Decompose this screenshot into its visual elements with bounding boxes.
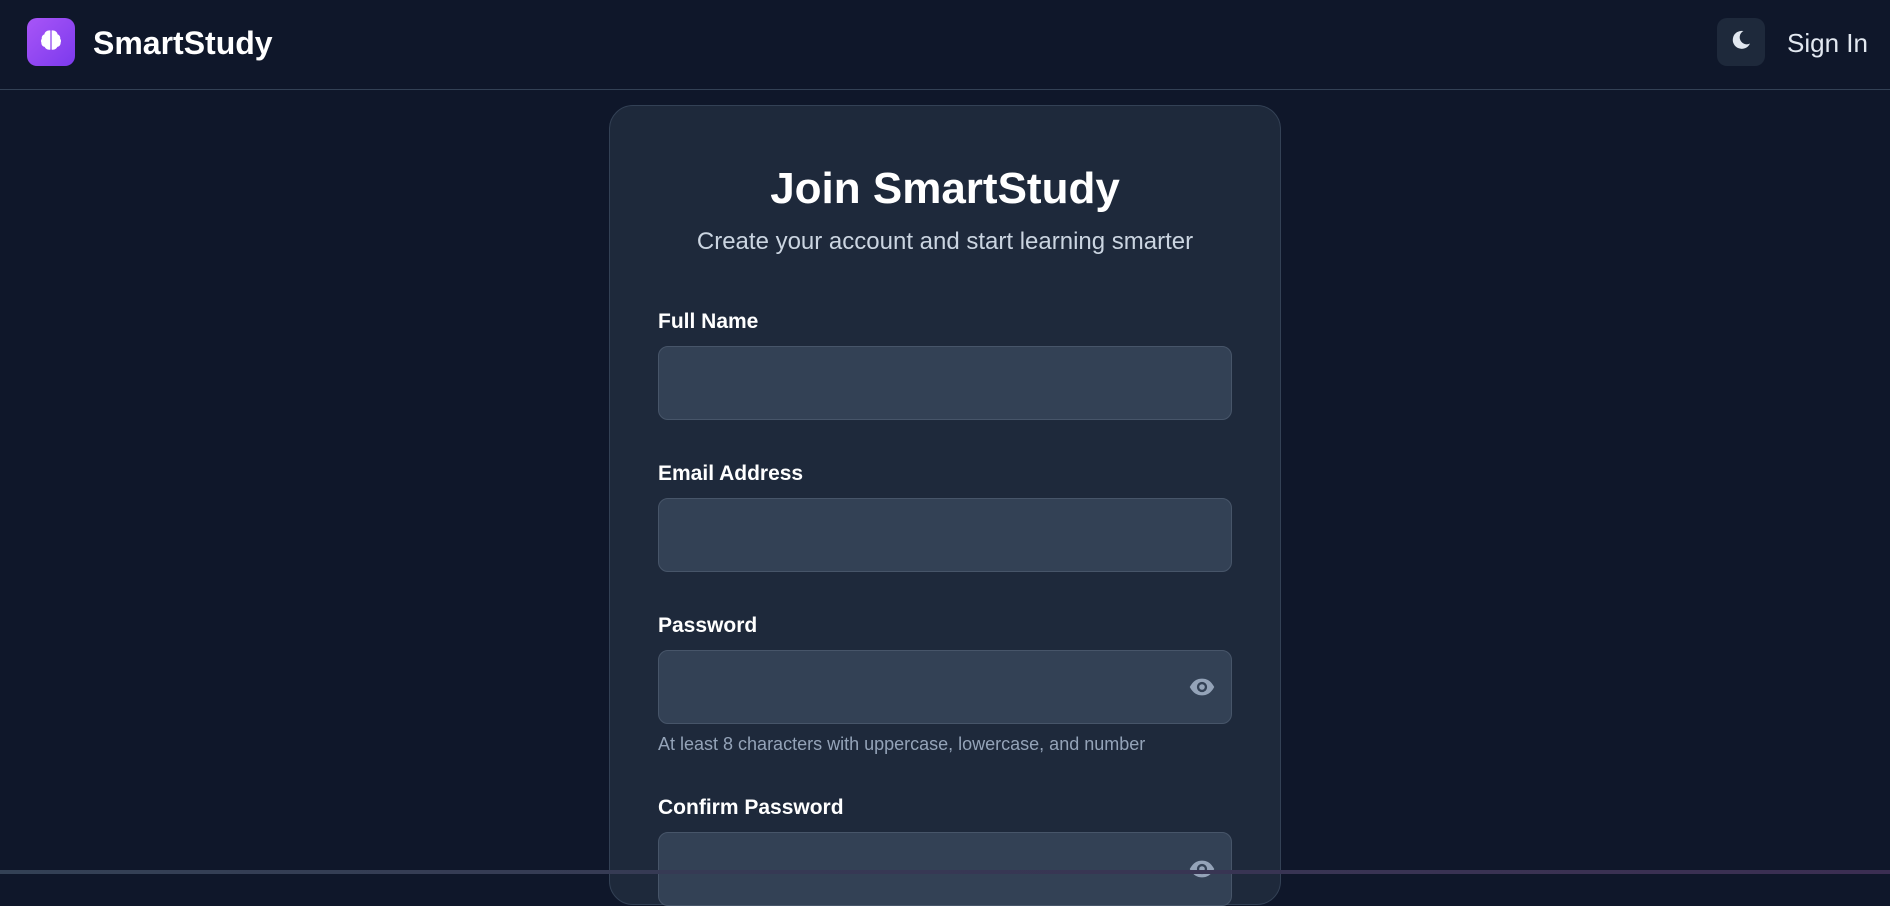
password-field[interactable]: [658, 650, 1232, 724]
password-label: Password: [658, 614, 758, 637]
top-nav-bar: SmartStudy Sign In: [0, 0, 1890, 90]
confirm-password-label: Confirm Password: [658, 796, 844, 819]
logo[interactable]: [27, 18, 75, 66]
eye-icon[interactable]: [1187, 672, 1217, 702]
page-bottom-edge: [0, 870, 1890, 874]
page-title: Join SmartStudy: [770, 164, 1120, 213]
signup-card: Join SmartStudy Create your account and …: [609, 105, 1281, 906]
eye-icon[interactable]: [1187, 854, 1217, 884]
brain-icon: [38, 27, 64, 58]
email-field[interactable]: [658, 498, 1232, 572]
theme-toggle-button[interactable]: [1717, 18, 1765, 66]
page-subtitle: Create your account and start learning s…: [696, 228, 1194, 255]
confirm-password-field[interactable]: [658, 832, 1232, 906]
full-name-field[interactable]: [658, 346, 1232, 420]
full-name-label: Full Name: [658, 310, 759, 333]
brand-name[interactable]: SmartStudy: [93, 23, 273, 63]
moon-icon: [1729, 28, 1753, 57]
email-label: Email Address: [658, 462, 804, 485]
sign-in-link[interactable]: Sign In: [1787, 26, 1868, 60]
password-hint: At least 8 characters with uppercase, lo…: [658, 734, 1146, 754]
